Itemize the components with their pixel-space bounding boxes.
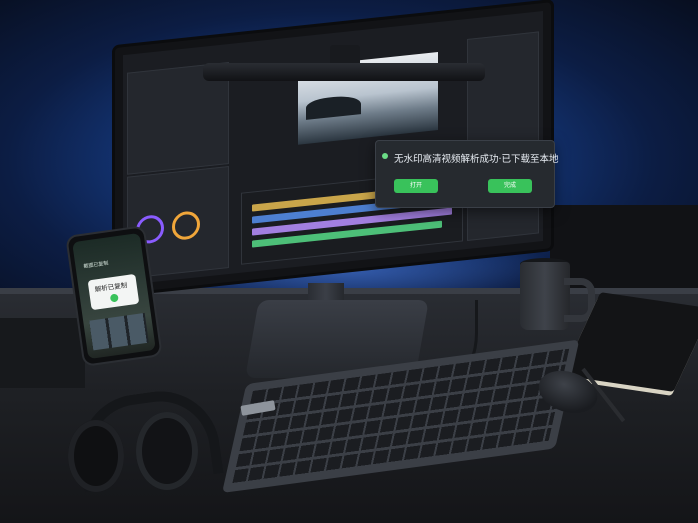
coffee-mug: [520, 262, 570, 330]
color-wheel-icon: [172, 210, 200, 242]
check-icon: [109, 293, 119, 303]
monitor-light-bar: [203, 63, 485, 81]
phone-copy-card: 解析已复制: [87, 273, 140, 311]
phone-screen: 截图已复制 解析已复制: [72, 232, 156, 360]
left-speaker: [0, 318, 85, 388]
success-icon: [382, 153, 388, 159]
notification-message: 无水印高清视频解析成功·已下载至本地: [394, 154, 559, 165]
open-button[interactable]: 打开: [394, 179, 438, 193]
phone-header: 截图已复制: [83, 260, 109, 270]
phone-card-text: 解析已复制: [94, 281, 128, 294]
headphone-cup-right: [136, 412, 198, 490]
desk-setup-scene: 无水印高清视频解析成功·已下载至本地 打开 完成 截图已复制 解析已复制: [0, 0, 698, 523]
island-silhouette: [306, 94, 361, 120]
done-button[interactable]: 完成: [488, 179, 532, 193]
download-notification: 无水印高清视频解析成功·已下载至本地 打开 完成: [375, 140, 559, 208]
phone-video-thumbnails: [89, 312, 149, 351]
headphone-cup-left: [68, 420, 124, 492]
